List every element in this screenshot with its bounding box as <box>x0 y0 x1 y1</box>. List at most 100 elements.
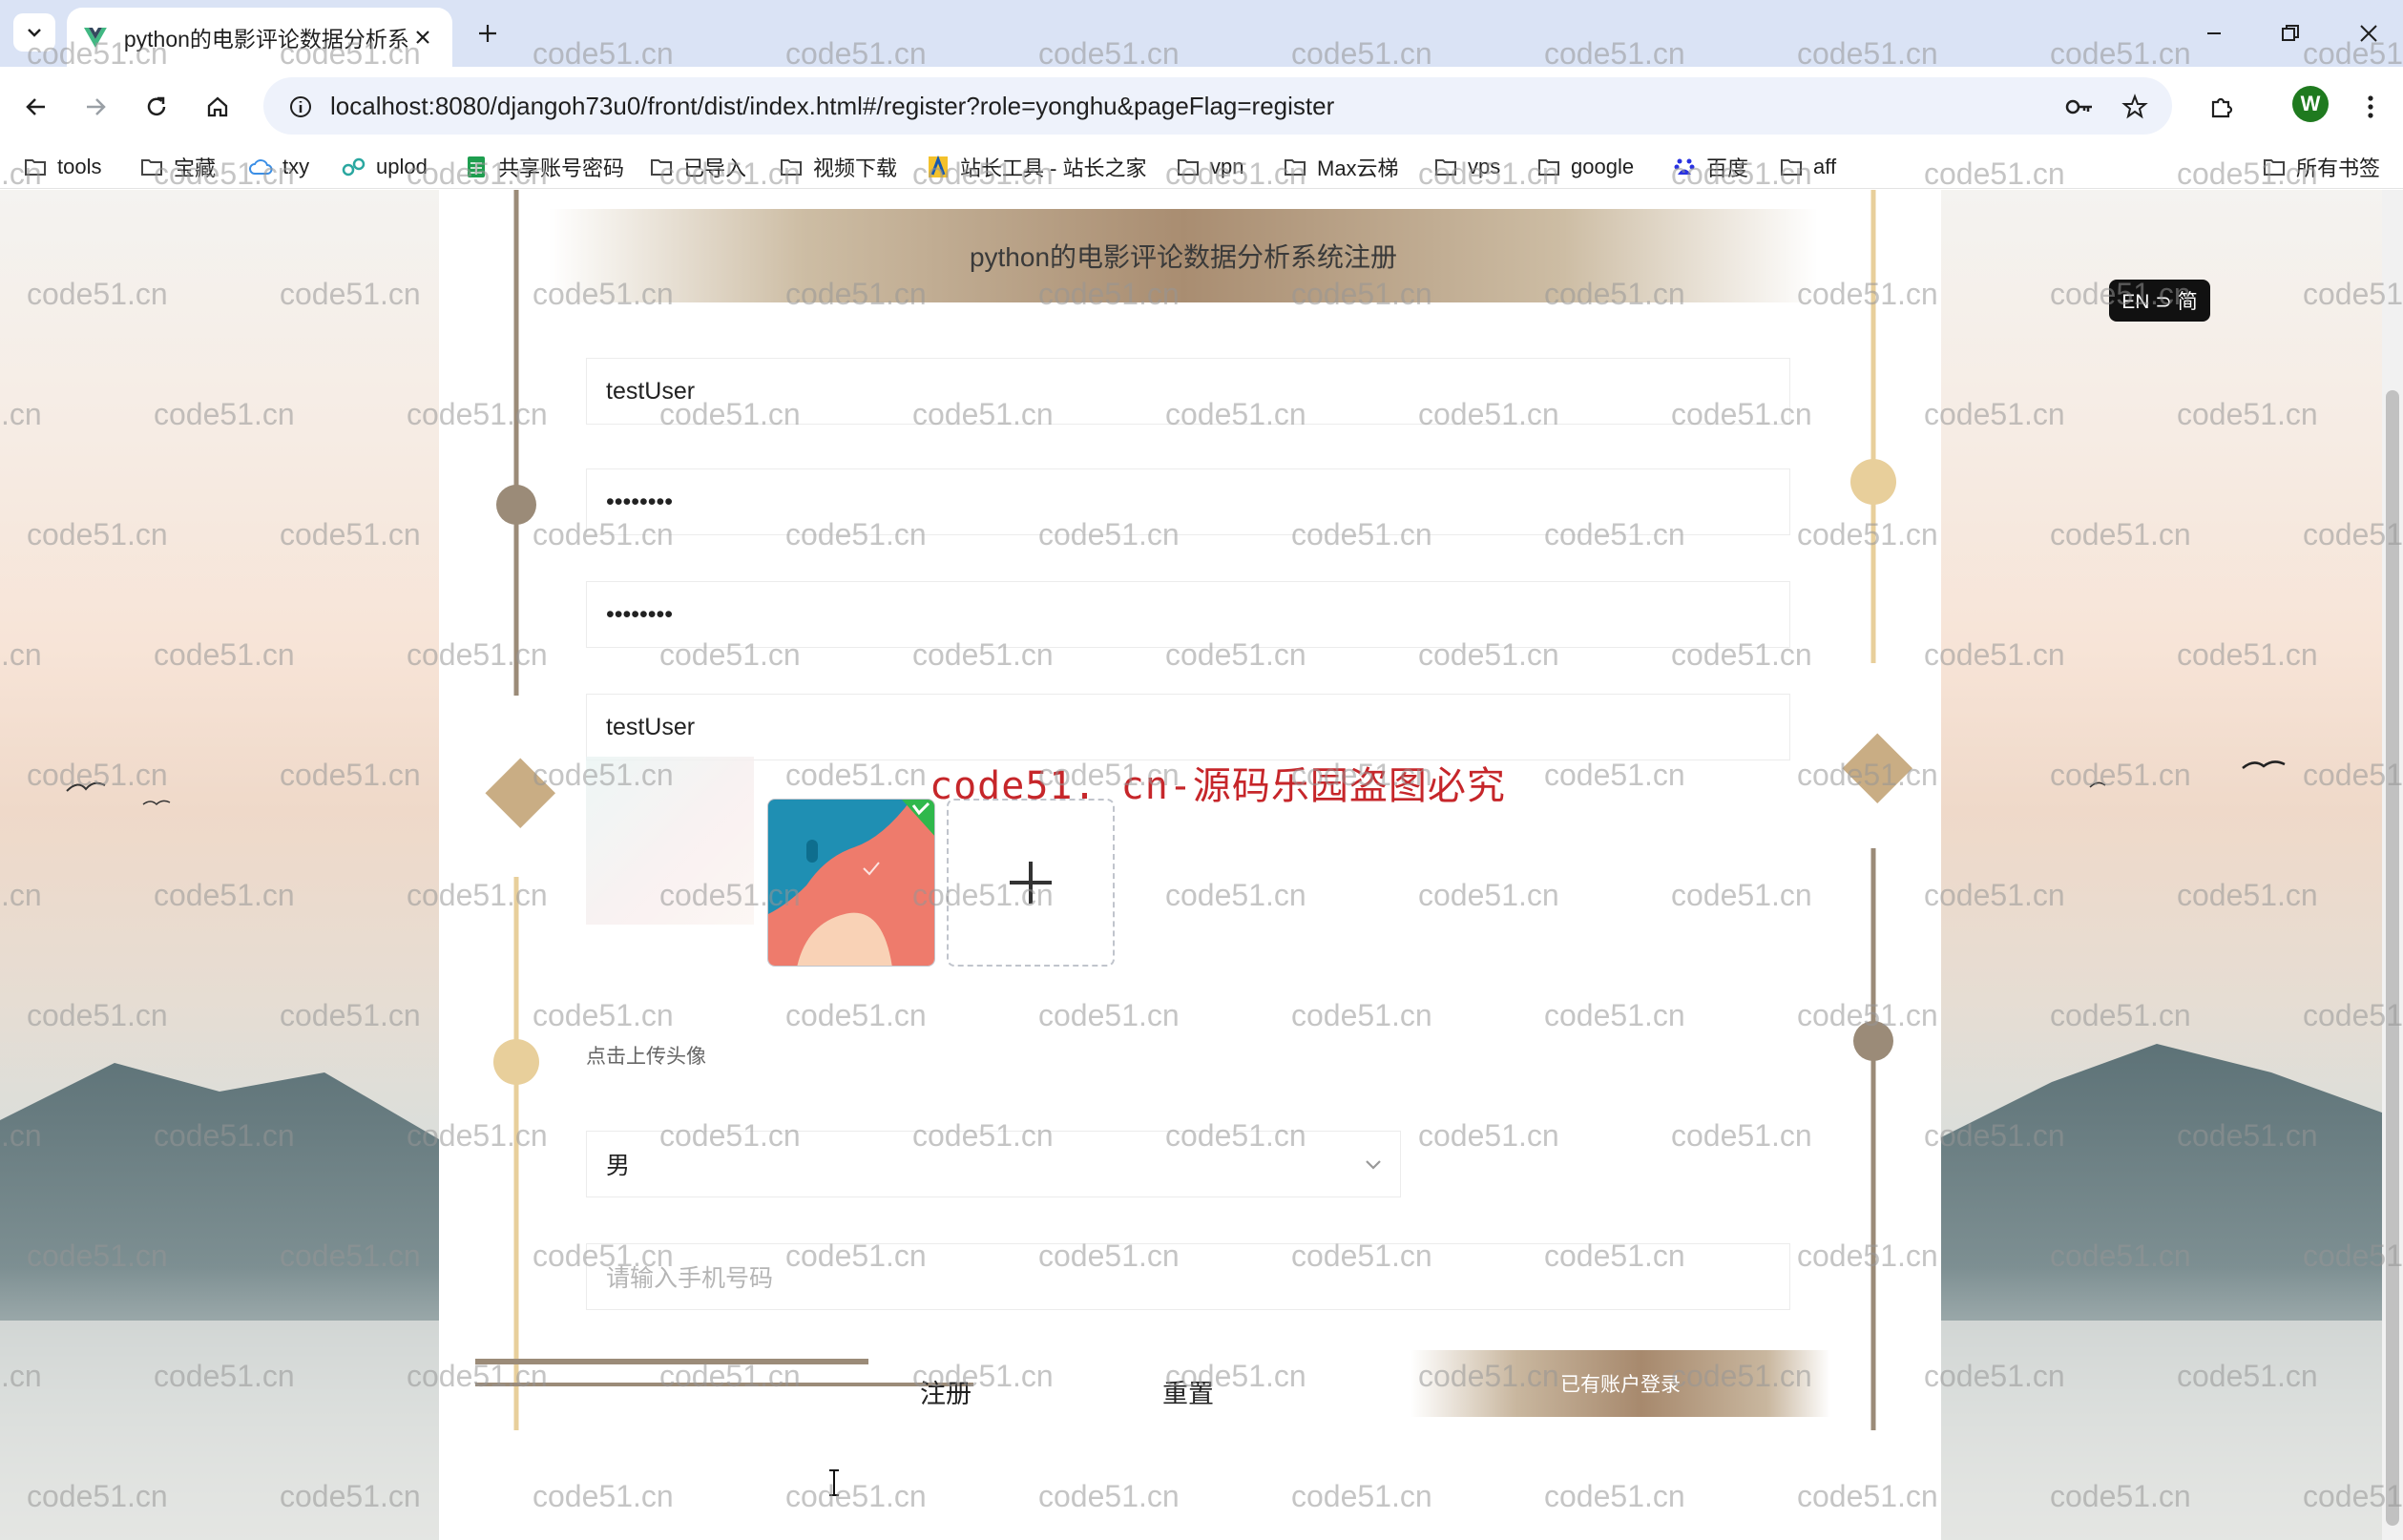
tab-search-button[interactable] <box>13 13 55 52</box>
bookmark-aff[interactable]: aff <box>1779 153 1836 181</box>
bookmark-vpn[interactable]: vpn <box>1176 153 1243 181</box>
page-viewport: python的电影评论数据分析系统注册 EN ⊃ 简 testUser ••••… <box>0 190 2403 1540</box>
bookmark-max[interactable]: Max云梯 <box>1283 153 1399 181</box>
bookmark-label: tools <box>57 155 102 178</box>
bookmark-label: 宝藏 <box>174 156 217 180</box>
url-text: localhost:8080/djangoh73u0/front/dist/in… <box>330 91 1335 120</box>
home-icon <box>207 96 228 117</box>
confirm-password-input[interactable]: •••••••• <box>586 581 1790 648</box>
new-tab-button[interactable] <box>468 13 508 53</box>
name-input[interactable]: testUser <box>586 694 1790 760</box>
bookmark-baidu[interactable]: 百度 <box>1672 153 1748 181</box>
chevron-down-icon <box>28 29 41 37</box>
bookmark-imported[interactable]: 已导入 <box>649 153 746 181</box>
bookmark-txy[interactable]: txy <box>248 153 309 181</box>
minimize-button[interactable] <box>2184 10 2245 57</box>
back-button[interactable] <box>15 86 57 128</box>
name-value: testUser <box>606 713 696 740</box>
text-cursor-icon <box>829 1469 839 1496</box>
bookmark-label: uplod <box>376 155 428 178</box>
extensions-button[interactable] <box>2201 86 2243 128</box>
bookmarks-bar: tools 宝藏 txy uplod 共享账号密码 已导入 视频下载 站长工具 … <box>0 145 2403 189</box>
share-icon <box>342 155 366 179</box>
browser-toolbar: localhost:8080/djangoh73u0/front/dist/in… <box>0 67 2403 145</box>
folder-icon <box>139 155 164 179</box>
folder-icon <box>1283 155 1307 179</box>
reload-icon <box>147 96 166 116</box>
password-key-icon[interactable] <box>2063 91 2096 123</box>
login-link-button[interactable]: 已有账户登录 <box>1410 1350 1830 1417</box>
phone-input[interactable]: 请输入手机号码 <box>586 1243 1790 1310</box>
bookmark-uplod[interactable]: uplod <box>342 153 428 181</box>
bookmark-tools[interactable]: tools <box>23 153 101 181</box>
restore-icon <box>2282 25 2299 41</box>
bookmark-google[interactable]: google <box>1536 153 1634 181</box>
vue-logo-icon <box>83 28 107 48</box>
page-scrollbar[interactable] <box>2382 190 2403 1540</box>
upload-avatar-button[interactable] <box>947 799 1115 967</box>
home-button[interactable] <box>197 86 239 128</box>
gender-select[interactable]: 男 <box>586 1131 1401 1197</box>
site-icon <box>926 155 951 179</box>
form-header: python的电影评论数据分析系统注册 <box>549 209 1818 302</box>
folder-icon <box>1176 155 1201 179</box>
bookmark-label: 已导入 <box>683 156 747 180</box>
bookmark-shared-accounts[interactable]: 共享账号密码 <box>464 153 624 181</box>
restore-button[interactable] <box>2260 10 2321 57</box>
baidu-icon <box>1672 155 1697 179</box>
folder-icon <box>1536 155 1561 179</box>
bookmark-video-download[interactable]: 视频下载 <box>779 153 897 181</box>
bookmark-label: vpn <box>1210 155 1244 178</box>
plus-icon <box>479 25 496 42</box>
upload-preview-ghost <box>586 757 754 925</box>
reload-button[interactable] <box>136 86 178 128</box>
folder-icon <box>1779 155 1804 179</box>
arrow-right-icon <box>87 98 106 115</box>
language-toggle[interactable]: EN ⊃ 简 <box>2109 280 2210 322</box>
bookmark-baozang[interactable]: 宝藏 <box>139 153 216 181</box>
more-vertical-icon <box>2368 95 2373 118</box>
site-info-icon[interactable] <box>284 91 317 123</box>
phone-placeholder: 请输入手机号码 <box>606 1265 774 1292</box>
browser-menu-button[interactable] <box>2350 86 2392 128</box>
bookmark-label: 站长工具 - 站长之家 <box>960 156 1147 180</box>
upload-tip: 点击上传头像 <box>586 1046 706 1068</box>
avatar-image <box>768 800 934 966</box>
bookmark-star-icon[interactable] <box>2119 91 2151 123</box>
confirm-password-value: •••••••• <box>606 600 674 628</box>
tab-close-icon[interactable] <box>408 23 437 52</box>
birds-left <box>66 781 171 806</box>
account-value: testUser <box>606 377 696 405</box>
close-window-button[interactable] <box>2338 10 2399 57</box>
password-input[interactable]: •••••••• <box>586 468 1790 535</box>
bookmark-vps[interactable]: vps <box>1433 153 1500 181</box>
uploaded-avatar[interactable] <box>767 799 935 967</box>
all-bookmarks-label: 所有书签 <box>2296 156 2381 180</box>
password-value: •••••••• <box>606 488 674 515</box>
arrow-left-icon <box>26 98 45 115</box>
scrollbar-thumb[interactable] <box>2386 390 2399 1526</box>
active-tab[interactable]: python的电影评论数据分析系 <box>67 8 452 67</box>
close-icon <box>2360 25 2377 42</box>
bookmark-label: google <box>1571 155 1635 178</box>
account-input[interactable]: testUser <box>586 358 1790 425</box>
reset-button[interactable]: 重置 <box>1162 1373 1214 1410</box>
watermark-banner: code51. cn-源码乐园盗图必究 <box>930 764 1506 808</box>
address-bar[interactable]: localhost:8080/djangoh73u0/front/dist/in… <box>263 77 2172 135</box>
bookmark-chinaz[interactable]: 站长工具 - 站长之家 <box>926 153 1147 181</box>
tab-title: python的电影评论数据分析系 <box>123 27 409 52</box>
bookmark-label: 视频下载 <box>813 156 898 180</box>
sheet-icon <box>464 155 489 179</box>
folder-icon <box>2262 155 2287 179</box>
folder-icon <box>779 155 804 179</box>
profile-avatar[interactable]: W <box>2292 86 2329 122</box>
cloud-icon <box>248 155 273 179</box>
bookmark-label: Max云梯 <box>1317 156 1399 180</box>
register-button[interactable]: 注册 <box>920 1373 972 1410</box>
folder-icon <box>649 155 674 179</box>
all-bookmarks[interactable]: 所有书签 <box>2262 153 2380 181</box>
form-title: python的电影评论数据分析系统注册 <box>969 242 1398 272</box>
forward-button[interactable] <box>74 86 116 128</box>
bookmark-label: txy <box>282 155 310 178</box>
bookmark-label: vps <box>1468 155 1501 178</box>
